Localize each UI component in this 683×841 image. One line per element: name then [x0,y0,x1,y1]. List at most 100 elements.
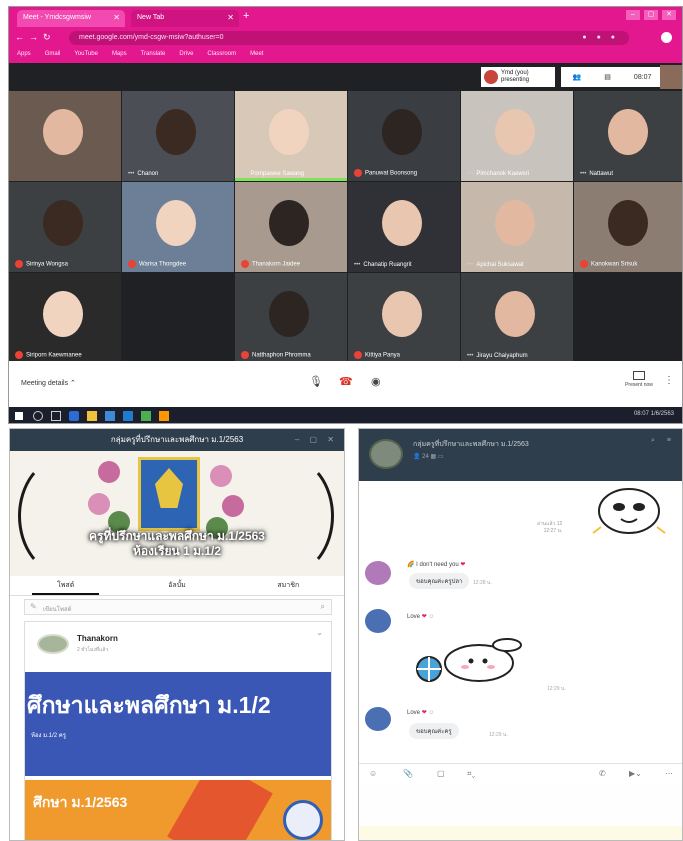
message-bubble[interactable]: ขอบคุณค่ะครู [409,723,459,739]
cover-title: ครูที่ปรึกษาและพลศึกษา ม.1/2563 ห้องเรีย… [10,529,344,559]
tab-meet[interactable]: Meet - Ymdcsgwmsiw ✕ [17,10,125,27]
edge-icon[interactable] [69,411,79,421]
people-icon[interactable]: 👥 [573,73,582,81]
screenshot-icon[interactable]: ▢ [437,769,445,778]
avatar[interactable] [365,707,391,731]
participant-grid: ••• Chanon ••• Pornpawee Sawang Panuwat Boon… [9,91,682,363]
hang-up-icon[interactable]: ☎ [339,375,353,388]
minimize-icon[interactable]: – [626,10,640,20]
avatar[interactable] [365,561,391,585]
windows-start-icon[interactable] [15,412,23,420]
video-call-icon[interactable]: ▶⌄ [629,769,642,778]
close-icon[interactable]: ✕ [113,13,120,22]
participant-name: Kittiya Panya [354,351,400,359]
post-card: Thanakorn 2 ชั่วโมงที่แล้ว ⌄ ศึกษาและพลศ… [24,621,332,840]
chrome-icon[interactable] [141,411,151,421]
mail-icon[interactable] [123,411,133,421]
more-options-icon[interactable]: ⋮ [664,375,674,386]
extension-icons[interactable]: ● ● ● [582,34,619,41]
write-post-input[interactable]: ✎ เขียนโพสต์ ⌕ [24,599,332,615]
reload-icon[interactable]: ↻ [43,32,51,43]
group-avatar[interactable] [369,439,403,469]
maximize-icon[interactable]: ▢ [644,10,658,20]
participant-name: ••• Jirayu Chaiyaphum [467,353,528,359]
post-image-banner-2[interactable]: ศึกษา ม.1/2563 [25,780,331,840]
back-icon[interactable]: ← [15,32,24,42]
participant-tile[interactable]: ••• Nattawut [574,91,682,181]
address-bar[interactable]: meet.google.com/ymd-csgw-msiw?authuser=0… [69,31,629,45]
participant-video [43,109,83,155]
bookmark[interactable]: Apps [17,51,31,61]
group-tabs: โพสต์ อัลบั้ม สมาชิก [10,576,344,596]
task-view-icon[interactable] [51,411,61,421]
crop-icon[interactable]: ⌗⌄ [467,769,475,779]
chat-icon[interactable]: ▤ [604,73,611,81]
avatar[interactable] [365,609,391,633]
participant-tile[interactable]: Warisa Thongdee [122,182,234,272]
attach-icon[interactable]: 📎 [403,769,413,778]
tab-posts[interactable]: โพสต์ [10,576,121,595]
search-icon[interactable]: ⌕ [321,602,325,612]
window-controls[interactable]: – ▢ ✕ [295,429,338,451]
presenter-line1: Ymd (you) [501,70,529,76]
store-icon[interactable] [105,411,115,421]
line-group-window: กลุ่มครูที่ปรึกษาและพลศึกษา ม.1/2563 – ▢… [9,428,345,841]
message-input[interactable] [359,785,682,840]
bookmark[interactable]: Meet [250,51,263,61]
presenter-chip[interactable]: Ymd (you) presenting [481,67,555,87]
folder-icon[interactable] [87,411,97,421]
search-icon[interactable] [33,411,43,421]
tab-albums[interactable]: อัลบั้ม [121,576,232,595]
participant-tile[interactable]: Thanakorn Jaidee [235,182,347,272]
app-icon[interactable] [159,411,169,421]
post-author[interactable]: Thanakorn [77,634,118,643]
close-icon[interactable]: ✕ [227,13,234,22]
chevron-down-icon[interactable]: ⌄ [316,628,323,637]
participant-tile[interactable]: Panuwat Boonsong [348,91,460,181]
more-icon[interactable]: ⋯ [665,769,673,778]
bookmark[interactable]: Drive [179,51,193,61]
bookmark[interactable]: YouTube [74,51,98,61]
phone-icon[interactable]: ✆ [599,769,606,778]
new-tab-icon[interactable]: + [243,10,249,22]
tab-strip: Meet - Ymdcsgwmsiw ✕ New Tab ✕ + – ▢ ✕ [9,7,682,27]
line-chat-window: กลุ่มครูที่ปรึกษาและพลศึกษา ม.1/2563 👤 2… [358,428,683,841]
forward-icon[interactable]: → [29,32,38,42]
chat-body: อ่านแล้ว 12 12:27 น. 🌈 I don't need you … [359,481,682,763]
participant-tile[interactable]: Kanokwan Srisuk [574,182,682,272]
participant-name-text: Nattawut [589,171,613,177]
emoji-icon[interactable]: ☺ [369,769,377,778]
profile-icon[interactable] [661,32,672,43]
bookmark[interactable]: Maps [112,51,127,61]
tab-new[interactable]: New Tab ✕ [131,10,239,27]
meeting-details-button[interactable]: Meeting details ⌃ [21,379,76,387]
bookmark[interactable]: Gmail [45,51,61,61]
mic-icon[interactable]: 🎙 [309,375,323,388]
participant-name-text: Natthaphon Phromma [252,352,311,359]
present-label: Present now [625,382,653,388]
participant-tile[interactable]: ••• Chanon [122,91,234,181]
post-image-banner[interactable]: ศึกษาและพลศึกษา ม.1/2 ห้อง ม.1/2 ครู [25,672,331,776]
mic-muted-icon [580,260,588,268]
participant-tile[interactable]: Sirinya Wongsa [9,182,121,272]
present-now-button[interactable]: Present now [624,371,654,397]
participant-tile[interactable]: ••• Pimchanok Kaewsri [461,91,573,181]
participant-tile[interactable]: ••• Chanatip Ruangrit [348,182,460,272]
participant-tile[interactable]: Kittiya Panya [348,273,460,363]
close-window-icon[interactable]: ✕ [662,10,676,20]
bookmark[interactable]: Translate [141,51,166,61]
participant-tile[interactable]: ••• Apichai Suksawat [461,182,573,272]
self-view-thumbnail[interactable] [660,65,682,89]
camera-icon[interactable]: ◉ [371,375,381,388]
participant-video [156,109,196,155]
header-icons[interactable]: ⌕ ≡ [651,437,676,445]
tab-members[interactable]: สมาชิก [233,576,344,595]
bookmark[interactable]: Classroom [207,51,236,61]
participant-tile[interactable]: ••• Jirayu Chaiyaphum [461,273,573,363]
participant-tile[interactable]: ••• Pornpawee Sawang [235,91,347,181]
avatar[interactable] [37,634,69,654]
participant-tile[interactable]: Natthaphon Phromma [235,273,347,363]
message-bubble[interactable]: ขอบคุณค่ะครูปลา [409,573,470,589]
participant-tile[interactable]: Siriporn Kaewmanee [9,273,121,363]
participant-tile[interactable] [9,91,121,181]
